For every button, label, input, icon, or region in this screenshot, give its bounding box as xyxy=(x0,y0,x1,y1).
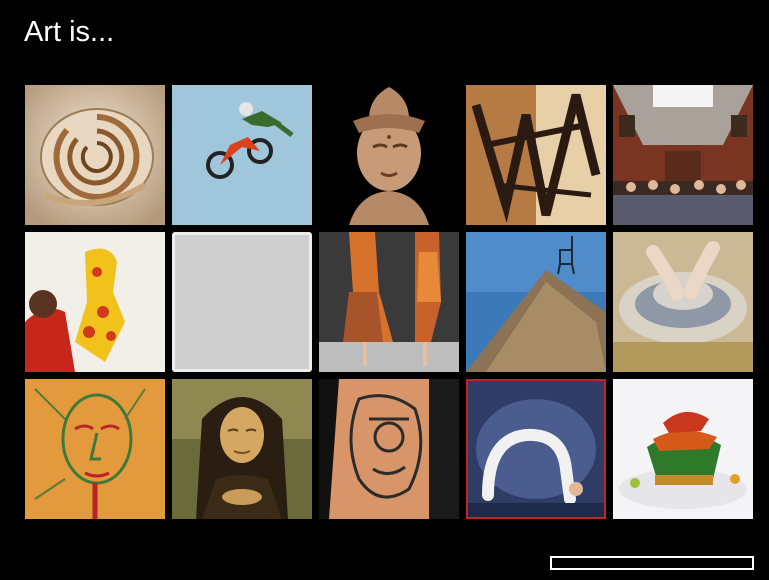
contortionist-backbend-image[interactable] xyxy=(466,379,606,519)
tattooed-arm-image[interactable] xyxy=(319,379,459,519)
empty-placeholder-tile xyxy=(172,232,312,372)
image-grid xyxy=(25,85,753,519)
rock-pile-chair-image[interactable] xyxy=(466,232,606,372)
motocross-jump-image[interactable] xyxy=(172,85,312,225)
page-title: Art is... xyxy=(24,16,115,48)
picasso-face-drawing-image[interactable] xyxy=(25,379,165,519)
graffiti-wall-image[interactable] xyxy=(466,85,606,225)
buddha-statue-image[interactable] xyxy=(319,85,459,225)
fashion-runway-image[interactable] xyxy=(319,232,459,372)
progress-bar xyxy=(550,556,754,570)
mona-lisa-image[interactable] xyxy=(172,379,312,519)
child-painting-giraffe-image[interactable] xyxy=(25,232,165,372)
museum-gallery-image[interactable] xyxy=(613,85,753,225)
pottery-wheel-image[interactable] xyxy=(613,232,753,372)
nautilus-shell-image[interactable] xyxy=(25,85,165,225)
gourmet-food-plate-image[interactable] xyxy=(613,379,753,519)
